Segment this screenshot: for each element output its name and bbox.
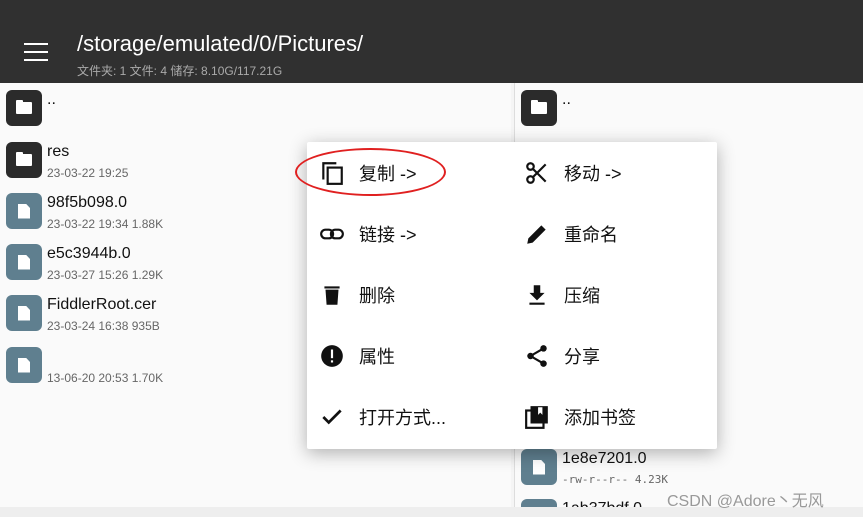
file-icon	[6, 295, 42, 331]
file-icon	[6, 193, 42, 229]
link-icon	[320, 228, 344, 239]
pencil-icon	[527, 224, 546, 244]
file-name: 1ab37bdf.0	[562, 500, 642, 507]
file-meta: 23-03-24 16:38 935B	[47, 319, 160, 333]
file-name: e5c3944b.0	[47, 245, 131, 262]
hamburger-menu-icon[interactable]	[24, 43, 48, 61]
menu-item[interactable]: 属性	[319, 325, 519, 386]
file-meta: 23-03-22 19:34 1.88K	[47, 217, 164, 231]
file-icon	[6, 347, 42, 383]
bookmark-icon	[525, 405, 548, 429]
watermark: CSDN @Adore丶无风	[667, 493, 824, 510]
menu-item[interactable]: 删除	[319, 264, 519, 325]
menu-item[interactable]: 重命名	[524, 203, 724, 264]
menu-item-label: 添加书签	[564, 407, 636, 428]
file-meta: 13-06-20 20:53 1.70K	[47, 371, 164, 385]
menu-item[interactable]: 分享	[524, 325, 724, 386]
file-meta: 23-03-27 15:26 1.29K	[47, 268, 164, 282]
menu-item-label: 属性	[359, 346, 395, 367]
file-name: ..	[47, 91, 56, 108]
scissors-icon	[526, 161, 547, 184]
folder-icon	[521, 90, 557, 126]
file-name: 1e8e7201.0	[562, 450, 647, 467]
file-meta: -rw-r--r-- 4.23K	[562, 473, 668, 486]
share-icon	[527, 344, 547, 367]
folder-icon	[6, 90, 42, 126]
menu-item-label: 打开方式...	[359, 407, 447, 428]
download-icon	[529, 284, 545, 305]
file-name: FiddlerRoot.cer	[47, 296, 157, 313]
menu-item-label: 删除	[359, 285, 395, 306]
menu-item-label: 链接 ->	[359, 224, 417, 245]
file-name: 98f5b098.0	[47, 194, 128, 211]
folder-icon	[6, 142, 42, 178]
file-name: ..	[562, 91, 571, 108]
menu-item-label: 重命名	[564, 224, 618, 245]
file-icon	[521, 499, 557, 507]
file-icon	[6, 244, 42, 280]
trash-icon	[324, 285, 340, 305]
menu-item-label: 移动 ->	[564, 163, 622, 184]
menu-item[interactable]: 压缩	[524, 264, 724, 325]
storage-stats: 文件夹: 1 文件: 4 储存: 8.10G/117.21G	[77, 64, 283, 78]
file-icon	[521, 449, 557, 485]
info-icon	[321, 344, 343, 367]
menu-item[interactable]: 移动 ->	[524, 142, 724, 203]
highlight-annotation	[295, 148, 446, 196]
menu-item[interactable]: 打开方式...	[319, 386, 519, 447]
menu-item-label: 分享	[564, 346, 600, 367]
app-bar: /storage/emulated/0/Pictures/ 文件夹: 1 文件:…	[0, 0, 863, 83]
menu-item[interactable]: 添加书签	[524, 386, 724, 447]
check-icon	[322, 409, 342, 424]
current-path: /storage/emulated/0/Pictures/	[77, 31, 364, 56]
menu-item-label: 压缩	[564, 285, 600, 306]
file-meta: 23-03-22 19:25	[47, 166, 129, 180]
menu-item[interactable]: 链接 ->	[319, 203, 519, 264]
file-name: res	[47, 143, 70, 160]
